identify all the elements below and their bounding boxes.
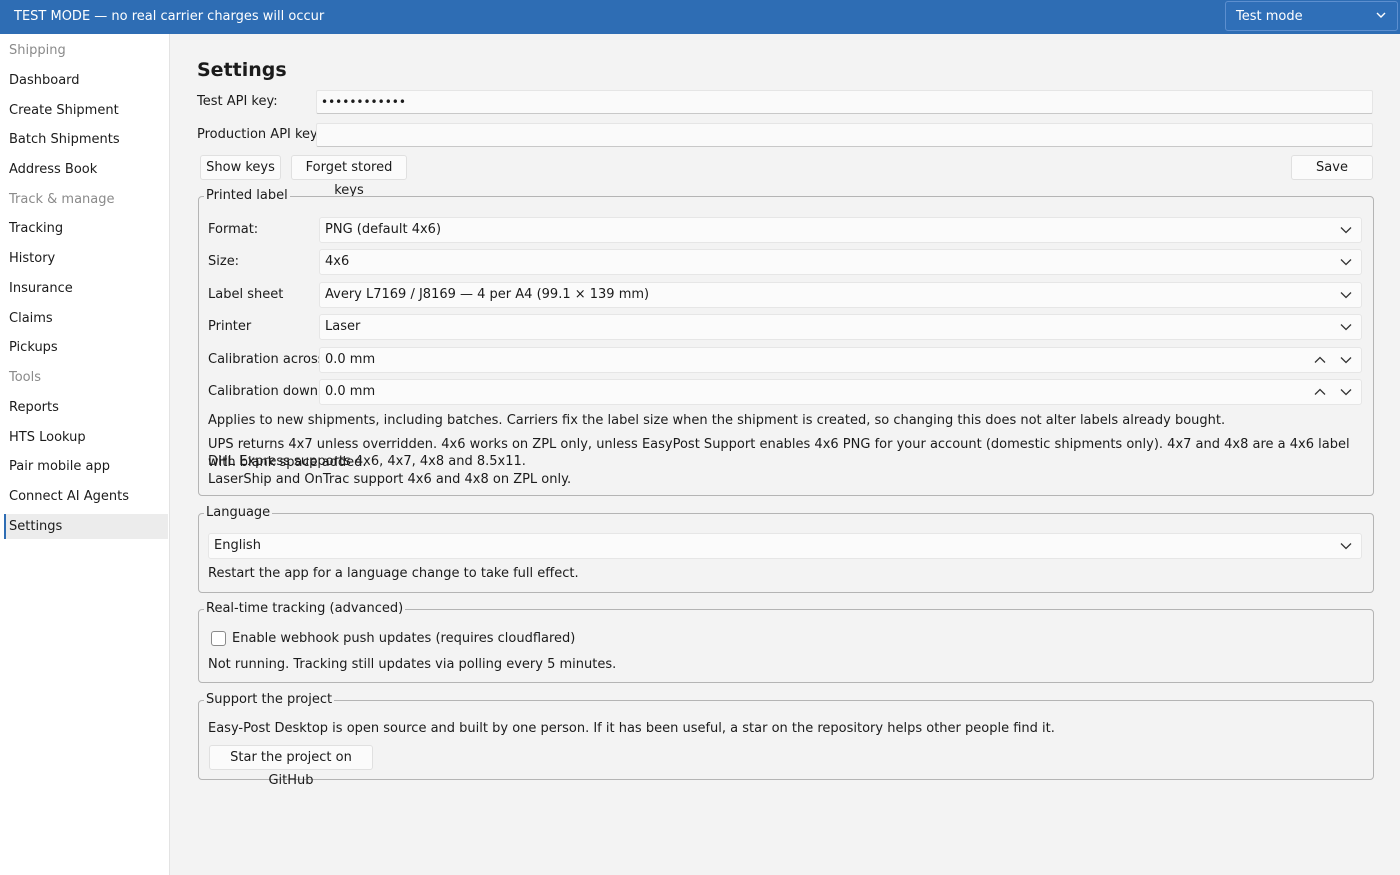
star-github-button[interactable]: Star the project on GitHub: [209, 745, 373, 788]
nav-section-shipping: Shipping: [9, 43, 66, 58]
printer-select[interactable]: Laser: [319, 314, 1362, 340]
calibration-across-spinbox[interactable]: 0.0 mm: [319, 347, 1362, 373]
nav-item-dashboard[interactable]: Dashboard: [4, 68, 168, 93]
format-select[interactable]: PNG (default 4x6): [319, 217, 1362, 243]
chevron-down-icon: [1340, 292, 1352, 299]
language-select-value: English: [214, 538, 261, 553]
printed-label-group: Printed label Format: PNG (default 4x6) …: [198, 188, 1374, 496]
support-project-legend: Support the project: [204, 692, 335, 707]
chevron-down-icon: [1340, 543, 1352, 550]
language-legend: Language: [204, 505, 273, 520]
printer-select-value: Laser: [325, 319, 361, 334]
size-label: Size:: [208, 254, 240, 269]
label-sheet-select[interactable]: Avery L7169 / J8169 — 4 per A4 (99.1 × 1…: [319, 282, 1362, 308]
support-project-group: Support the project Easy-Post Desktop is…: [198, 692, 1374, 788]
nav-section-tools: Tools: [9, 370, 42, 385]
sidebar: Shipping Dashboard Create Shipment Batch…: [0, 34, 170, 875]
production-api-key-input[interactable]: [316, 123, 1373, 147]
nav-item-create-shipment[interactable]: Create Shipment: [4, 98, 168, 123]
calibration-across-label: Calibration across: [208, 352, 325, 367]
increment-icon[interactable]: [1314, 355, 1326, 365]
settings-page: Settings Test API key: •••••••••••• Prod…: [170, 34, 1400, 875]
forget-stored-keys-button[interactable]: Forget stored keys: [291, 155, 407, 198]
dhl-note: DHL Express supports 4x6, 4x7, 4x8 and 8…: [208, 454, 526, 469]
decrement-icon[interactable]: [1340, 355, 1352, 365]
language-select[interactable]: English: [208, 533, 1362, 559]
calibration-down-value: 0.0 mm: [325, 384, 376, 399]
test-mode-banner: TEST MODE — no real carrier charges will…: [0, 0, 1400, 34]
mode-select[interactable]: Test mode: [1225, 1, 1398, 31]
language-group: Language English Restart the app for a l…: [198, 505, 1374, 593]
nav-item-history[interactable]: History: [4, 246, 168, 271]
nav-item-address-book[interactable]: Address Book: [4, 157, 168, 182]
label-sheet-select-value: Avery L7169 / J8169 — 4 per A4 (99.1 × 1…: [325, 287, 650, 302]
calibration-down-label: Calibration down: [208, 384, 318, 399]
show-keys-button[interactable]: Show keys: [200, 155, 281, 180]
mode-select-value: Test mode: [1236, 9, 1303, 24]
test-api-key-label: Test API key:: [197, 94, 278, 109]
calibration-down-spinbox[interactable]: 0.0 mm: [319, 379, 1362, 405]
save-button[interactable]: Save: [1291, 155, 1373, 180]
realtime-tracking-legend: Real-time tracking (advanced): [204, 601, 406, 616]
nav-section-track-manage: Track & manage: [9, 192, 115, 207]
chevron-down-icon: [1340, 259, 1352, 266]
nav-item-pickups[interactable]: Pickups: [4, 335, 168, 360]
format-label: Format:: [208, 222, 259, 237]
chevron-down-icon: [1340, 324, 1352, 331]
increment-icon[interactable]: [1314, 387, 1326, 397]
nav-item-insurance[interactable]: Insurance: [4, 276, 168, 301]
nav-item-hts-lookup[interactable]: HTS Lookup: [4, 425, 168, 450]
tracking-status: Not running. Tracking still updates via …: [208, 657, 617, 672]
nav-item-tracking[interactable]: Tracking: [4, 216, 168, 241]
calibration-across-value: 0.0 mm: [325, 352, 376, 367]
support-text: Easy-Post Desktop is open source and bui…: [208, 721, 1055, 736]
nav-item-connect-ai-agents[interactable]: Connect AI Agents: [4, 484, 168, 509]
webhook-checkbox-label[interactable]: Enable webhook push updates (requires cl…: [232, 631, 575, 646]
chevron-down-icon: [1340, 227, 1352, 234]
size-select[interactable]: 4x6: [319, 249, 1362, 275]
label-size-note: Applies to new shipments, including batc…: [208, 413, 1226, 428]
lasership-ontrac-note: LaserShip and OnTrac support 4x6 and 4x8…: [208, 472, 572, 487]
nav-item-reports[interactable]: Reports: [4, 395, 168, 420]
production-api-key-label: Production API key:: [197, 127, 322, 142]
test-mode-text: TEST MODE — no real carrier charges will…: [14, 9, 325, 24]
nav-item-batch-shipments[interactable]: Batch Shipments: [4, 127, 168, 152]
size-select-value: 4x6: [325, 254, 350, 269]
format-select-value: PNG (default 4x6): [325, 222, 442, 237]
chevron-down-icon: [1376, 12, 1386, 18]
nav-item-pair-mobile-app[interactable]: Pair mobile app: [4, 454, 168, 479]
label-sheet-label: Label sheet: [208, 287, 284, 302]
decrement-icon[interactable]: [1340, 387, 1352, 397]
test-api-key-input[interactable]: ••••••••••••: [316, 90, 1373, 114]
nav-item-settings[interactable]: Settings: [4, 514, 168, 539]
language-note: Restart the app for a language change to…: [208, 566, 579, 581]
nav-item-claims[interactable]: Claims: [4, 306, 168, 331]
page-title: Settings: [197, 59, 287, 81]
realtime-tracking-group: Real-time tracking (advanced) Enable web…: [198, 601, 1374, 683]
webhook-checkbox[interactable]: [211, 631, 226, 646]
printer-label: Printer: [208, 319, 252, 334]
printed-label-legend: Printed label: [204, 188, 290, 203]
